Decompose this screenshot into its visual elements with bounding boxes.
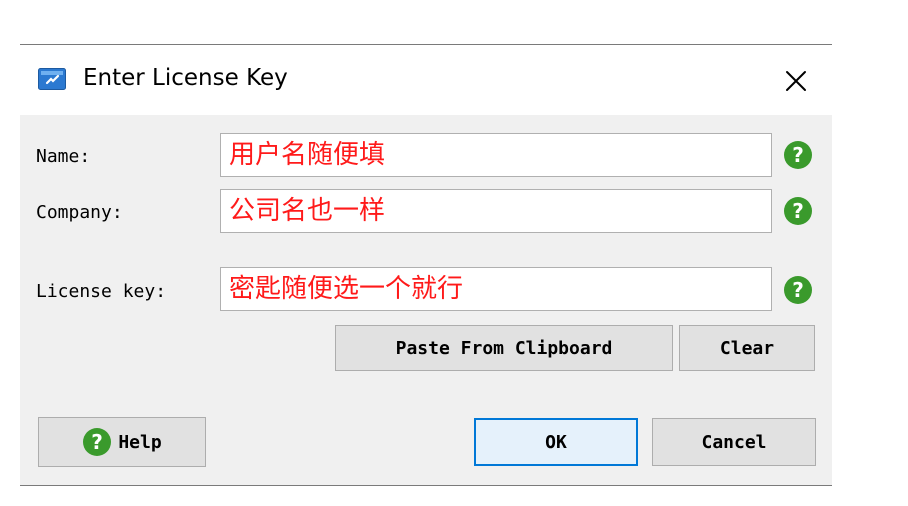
paste-from-clipboard-button[interactable]: Paste From Clipboard (335, 325, 673, 371)
help-button-label: Help (118, 431, 162, 453)
svg-text:?: ? (792, 143, 804, 167)
svg-text:?: ? (792, 199, 804, 223)
dialog-title: Enter License Key (83, 65, 288, 91)
paste-button-label: Paste From Clipboard (395, 337, 613, 359)
company-help-question-icon[interactable]: ? (783, 196, 813, 226)
cancel-button-label: Cancel (701, 431, 767, 453)
name-help-question-icon[interactable]: ? (783, 140, 813, 170)
svg-text:?: ? (92, 430, 104, 454)
license-app-icon (38, 68, 66, 90)
help-button[interactable]: ? Help (38, 417, 206, 467)
company-label: Company: (36, 202, 123, 223)
name-label: Name: (36, 146, 91, 167)
company-field[interactable]: 公司名也一样 (220, 189, 772, 233)
ok-button[interactable]: OK (474, 418, 638, 466)
title-bar: Enter License Key (20, 45, 832, 115)
question-mark-icon: ? (83, 428, 112, 456)
license-key-label: License key: (36, 281, 167, 302)
clear-button[interactable]: Clear (679, 325, 815, 371)
svg-text:?: ? (792, 278, 804, 302)
license-key-field[interactable]: 密匙随便选一个就行 (220, 267, 772, 311)
enter-license-key-dialog: Enter License Key Name: 用户名随便填 ? Company… (20, 44, 832, 486)
cancel-button[interactable]: Cancel (652, 418, 816, 466)
clear-button-label: Clear (719, 337, 775, 359)
name-field[interactable]: 用户名随便填 (220, 133, 772, 177)
close-icon[interactable] (776, 61, 816, 101)
ok-button-label: OK (545, 431, 567, 453)
license-key-help-question-icon[interactable]: ? (783, 275, 813, 305)
